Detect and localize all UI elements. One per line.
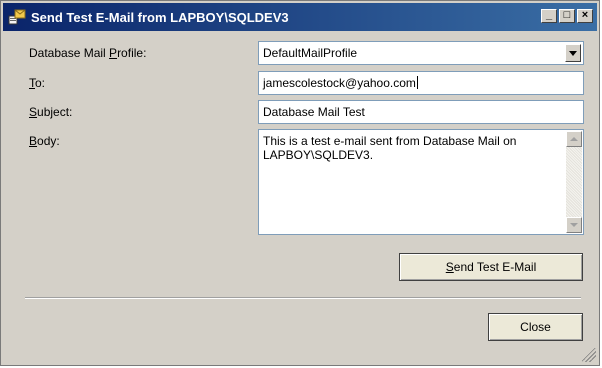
subject-field[interactable]: Database Mail Test [258, 100, 584, 124]
window-title: Send Test E-Mail from LAPBOY\SQLDEV3 [31, 10, 289, 25]
close-window-button[interactable]: × [577, 9, 593, 23]
to-field-value: jamescolestock@yahoo.com [263, 76, 416, 90]
mail-server-icon [8, 9, 26, 25]
send-test-email-button[interactable]: Send Test E-Mail [399, 253, 583, 281]
minimize-button[interactable]: _ [541, 9, 557, 23]
profile-label: Database Mail Profile: [29, 46, 147, 60]
divider [25, 297, 581, 299]
to-label: To: [29, 76, 46, 90]
resize-grip-icon[interactable] [582, 348, 596, 362]
close-button[interactable]: Close [488, 313, 583, 341]
subject-label: Subject: [29, 105, 73, 119]
body-label: Body: [29, 134, 60, 148]
to-field[interactable]: jamescolestock@yahoo.com [258, 71, 584, 95]
body-scrollbar[interactable] [566, 131, 582, 233]
title-bar[interactable]: Send Test E-Mail from LAPBOY\SQLDEV3 _ □… [3, 3, 597, 31]
body-textarea[interactable]: This is a test e-mail sent from Database… [258, 129, 584, 235]
profile-select[interactable]: DefaultMailProfile [258, 41, 584, 65]
profile-select-value: DefaultMailProfile [263, 46, 358, 60]
scroll-up-icon[interactable] [566, 131, 582, 147]
body-textarea-value: This is a test e-mail sent from Database… [263, 134, 517, 162]
dialog-window: Send Test E-Mail from LAPBOY\SQLDEV3 _ □… [0, 0, 600, 366]
maximize-button[interactable]: □ [559, 9, 575, 23]
subject-field-value: Database Mail Test [263, 105, 365, 119]
scroll-down-icon[interactable] [566, 217, 582, 233]
chevron-down-icon[interactable] [565, 44, 581, 62]
text-caret [416, 76, 418, 89]
